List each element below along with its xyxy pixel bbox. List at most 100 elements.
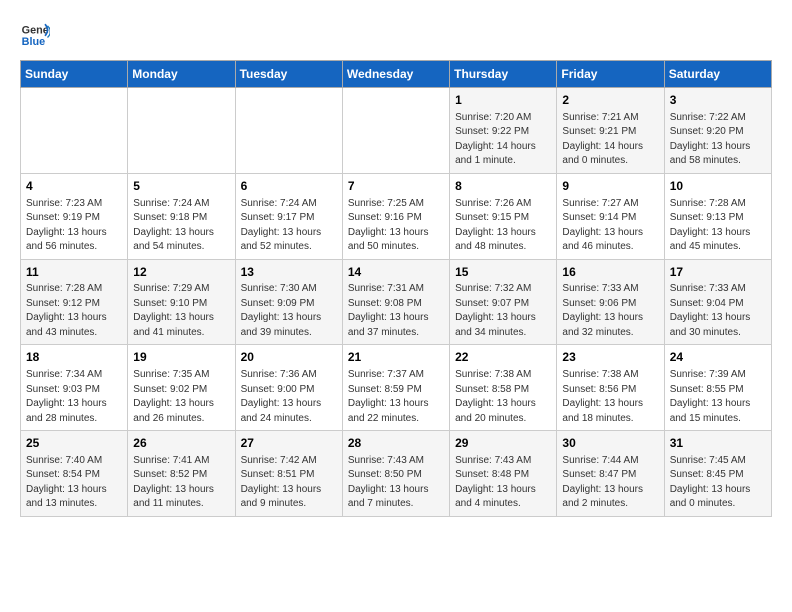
day-info: Sunrise: 7:24 AMSunset: 9:18 PMDaylight:…: [133, 197, 229, 255]
day-cell: 1Sunrise: 7:20 AMSunset: 9:22 PMDaylight…: [450, 88, 557, 174]
day-info: Sunrise: 7:41 AMSunset: 8:52 PMDaylight:…: [133, 454, 229, 512]
day-cell: 12Sunrise: 7:29 AMSunset: 9:10 PMDayligh…: [128, 259, 235, 345]
day-info: Sunrise: 7:45 AMSunset: 8:45 PMDaylight:…: [670, 454, 766, 512]
calendar-table: SundayMondayTuesdayWednesdayThursdayFrid…: [20, 60, 772, 517]
day-cell: 28 Sunrise: 7:43 AMSunset: 8:50 PMDayligh…: [342, 431, 449, 517]
day-info: Sunrise: 7:37 AMSunset: 8:59 PMDaylight:…: [348, 368, 444, 426]
day-cell: 25 Sunrise: 7:40 AMSunset: 8:54 PMDayligh…: [21, 431, 128, 517]
day-info: Sunrise: 7:44 AMSunset: 8:47 PMDaylight:…: [562, 454, 658, 512]
day-number: 17: [670, 264, 766, 281]
day-info: Sunrise: 7:42 AMSunset: 8:51 PMDaylight:…: [241, 454, 337, 512]
day-cell: 5 Sunrise: 7:24 AMSunset: 9:18 PMDaylight…: [128, 173, 235, 259]
day-cell: 9 Sunrise: 7:27 AMSunset: 9:14 PMDaylight…: [557, 173, 664, 259]
day-cell: [342, 88, 449, 174]
header-thursday: Thursday: [450, 61, 557, 88]
logo: General Blue: [20, 20, 54, 50]
day-number: 18: [26, 349, 122, 366]
day-number: 11: [26, 264, 122, 281]
day-number: 14: [348, 264, 444, 281]
page-header: General Blue: [20, 20, 772, 50]
day-cell: 2 Sunrise: 7:21 AMSunset: 9:21 PMDaylight…: [557, 88, 664, 174]
day-cell: 15Sunrise: 7:32 AMSunset: 9:07 PMDayligh…: [450, 259, 557, 345]
header-monday: Monday: [128, 61, 235, 88]
day-cell: [235, 88, 342, 174]
day-number: 27: [241, 435, 337, 452]
day-info: Sunrise: 7:40 AMSunset: 8:54 PMDaylight:…: [26, 454, 122, 512]
day-number: 21: [348, 349, 444, 366]
day-cell: 14Sunrise: 7:31 AMSunset: 9:08 PMDayligh…: [342, 259, 449, 345]
day-info: Sunrise: 7:21 AMSunset: 9:21 PMDaylight:…: [562, 111, 658, 169]
day-info: Sunrise: 7:30 AMSunset: 9:09 PMDaylight:…: [241, 282, 337, 340]
day-info: Sunrise: 7:28 AMSunset: 9:13 PMDaylight:…: [670, 197, 766, 255]
day-info: Sunrise: 7:38 AMSunset: 8:56 PMDaylight:…: [562, 368, 658, 426]
header-tuesday: Tuesday: [235, 61, 342, 88]
day-cell: 8 Sunrise: 7:26 AMSunset: 9:15 PMDaylight…: [450, 173, 557, 259]
day-info: Sunrise: 7:35 AMSunset: 9:02 PMDaylight:…: [133, 368, 229, 426]
day-info: Sunrise: 7:26 AMSunset: 9:15 PMDaylight:…: [455, 197, 551, 255]
day-cell: 18 Sunrise: 7:34 AMSunset: 9:03 PMDayligh…: [21, 345, 128, 431]
day-cell: 7 Sunrise: 7:25 AMSunset: 9:16 PMDaylight…: [342, 173, 449, 259]
day-number: 28: [348, 435, 444, 452]
day-cell: 24 Sunrise: 7:39 AMSunset: 8:55 PMDayligh…: [664, 345, 771, 431]
day-number: 8: [455, 178, 551, 195]
day-cell: 27 Sunrise: 7:42 AMSunset: 8:51 PMDayligh…: [235, 431, 342, 517]
day-number: 15: [455, 264, 551, 281]
day-info: Sunrise: 7:28 AMSunset: 9:12 PMDaylight:…: [26, 282, 122, 340]
day-cell: 23 Sunrise: 7:38 AMSunset: 8:56 PMDayligh…: [557, 345, 664, 431]
day-info: Sunrise: 7:33 AMSunset: 9:06 PMDaylight:…: [562, 282, 658, 340]
day-number: 10: [670, 178, 766, 195]
day-info: Sunrise: 7:22 AMSunset: 9:20 PMDaylight:…: [670, 111, 766, 169]
day-cell: 10 Sunrise: 7:28 AMSunset: 9:13 PMDayligh…: [664, 173, 771, 259]
day-info: Sunrise: 7:23 AMSunset: 9:19 PMDaylight:…: [26, 197, 122, 255]
day-number: 19: [133, 349, 229, 366]
day-info: Sunrise: 7:43 AMSunset: 8:48 PMDaylight:…: [455, 454, 551, 512]
day-number: 29: [455, 435, 551, 452]
week-row-1: 1Sunrise: 7:20 AMSunset: 9:22 PMDaylight…: [21, 88, 772, 174]
day-cell: 22 Sunrise: 7:38 AMSunset: 8:58 PMDayligh…: [450, 345, 557, 431]
day-cell: 29 Sunrise: 7:43 AMSunset: 8:48 PMDayligh…: [450, 431, 557, 517]
day-number: 24: [670, 349, 766, 366]
day-info: Sunrise: 7:27 AMSunset: 9:14 PMDaylight:…: [562, 197, 658, 255]
day-number: 16: [562, 264, 658, 281]
day-info: Sunrise: 7:20 AMSunset: 9:22 PMDaylight:…: [455, 111, 551, 169]
header-friday: Friday: [557, 61, 664, 88]
day-info: Sunrise: 7:31 AMSunset: 9:08 PMDaylight:…: [348, 282, 444, 340]
day-info: Sunrise: 7:36 AMSunset: 9:00 PMDaylight:…: [241, 368, 337, 426]
day-number: 4: [26, 178, 122, 195]
day-cell: 30Sunrise: 7:44 AMSunset: 8:47 PMDayligh…: [557, 431, 664, 517]
day-info: Sunrise: 7:29 AMSunset: 9:10 PMDaylight:…: [133, 282, 229, 340]
day-info: Sunrise: 7:33 AMSunset: 9:04 PMDaylight:…: [670, 282, 766, 340]
day-cell: 19 Sunrise: 7:35 AMSunset: 9:02 PMDayligh…: [128, 345, 235, 431]
day-info: Sunrise: 7:34 AMSunset: 9:03 PMDaylight:…: [26, 368, 122, 426]
day-cell: 17Sunrise: 7:33 AMSunset: 9:04 PMDayligh…: [664, 259, 771, 345]
day-cell: 13Sunrise: 7:30 AMSunset: 9:09 PMDayligh…: [235, 259, 342, 345]
day-number: 23: [562, 349, 658, 366]
day-number: 7: [348, 178, 444, 195]
day-info: Sunrise: 7:25 AMSunset: 9:16 PMDaylight:…: [348, 197, 444, 255]
day-number: 22: [455, 349, 551, 366]
day-number: 31: [670, 435, 766, 452]
day-cell: 11Sunrise: 7:28 AMSunset: 9:12 PMDayligh…: [21, 259, 128, 345]
day-number: 25: [26, 435, 122, 452]
days-header-row: SundayMondayTuesdayWednesdayThursdayFrid…: [21, 61, 772, 88]
week-row-3: 11Sunrise: 7:28 AMSunset: 9:12 PMDayligh…: [21, 259, 772, 345]
day-cell: 26Sunrise: 7:41 AMSunset: 8:52 PMDayligh…: [128, 431, 235, 517]
day-number: 9: [562, 178, 658, 195]
day-cell: 6 Sunrise: 7:24 AMSunset: 9:17 PMDaylight…: [235, 173, 342, 259]
day-cell: 21 Sunrise: 7:37 AMSunset: 8:59 PMDayligh…: [342, 345, 449, 431]
day-number: 3: [670, 92, 766, 109]
day-cell: 20Sunrise: 7:36 AMSunset: 9:00 PMDayligh…: [235, 345, 342, 431]
day-info: Sunrise: 7:38 AMSunset: 8:58 PMDaylight:…: [455, 368, 551, 426]
day-cell: 16Sunrise: 7:33 AMSunset: 9:06 PMDayligh…: [557, 259, 664, 345]
day-info: Sunrise: 7:24 AMSunset: 9:17 PMDaylight:…: [241, 197, 337, 255]
day-number: 12: [133, 264, 229, 281]
logo-icon: General Blue: [20, 20, 50, 50]
day-number: 2: [562, 92, 658, 109]
day-number: 13: [241, 264, 337, 281]
day-number: 6: [241, 178, 337, 195]
day-cell: [21, 88, 128, 174]
day-info: Sunrise: 7:43 AMSunset: 8:50 PMDaylight:…: [348, 454, 444, 512]
day-info: Sunrise: 7:39 AMSunset: 8:55 PMDaylight:…: [670, 368, 766, 426]
day-number: 5: [133, 178, 229, 195]
week-row-5: 25 Sunrise: 7:40 AMSunset: 8:54 PMDayligh…: [21, 431, 772, 517]
